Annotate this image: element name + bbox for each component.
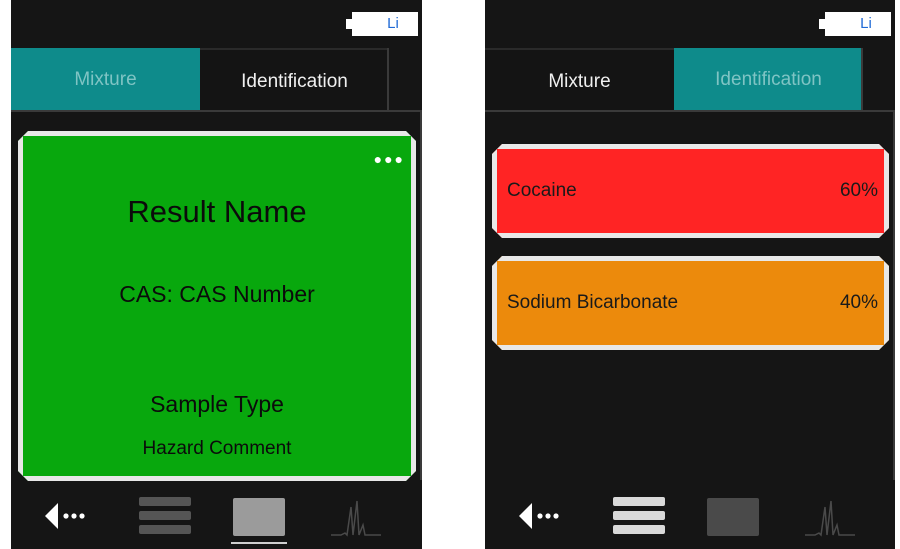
status-bar: Li xyxy=(11,0,422,48)
selected-indicator xyxy=(231,542,287,544)
tab-mixture[interactable]: Mixture xyxy=(485,48,674,111)
device-screen-mixture: Li Mixture Identification Cocaine 60% So… xyxy=(485,0,895,549)
more-options-icon[interactable]: ●●● xyxy=(374,151,405,167)
tile-view-icon[interactable] xyxy=(229,481,309,549)
tab-divider xyxy=(485,110,895,112)
tab-bar: Mixture Identification xyxy=(485,48,863,111)
tile-shape xyxy=(707,498,759,536)
mixture-item-percent: 60% xyxy=(839,180,878,201)
tab-divider-vertical xyxy=(861,48,863,112)
content-border xyxy=(893,110,895,480)
spectrum-icon[interactable] xyxy=(803,481,883,549)
mixture-item[interactable]: Cocaine 60% xyxy=(492,144,889,238)
bottom-nav xyxy=(11,481,422,549)
bottom-nav xyxy=(485,481,895,549)
tab-mixture[interactable]: Mixture xyxy=(11,48,200,111)
tab-bar: Mixture Identification xyxy=(11,48,389,111)
list-bar xyxy=(139,511,191,520)
mixture-item-name: Cocaine xyxy=(507,180,577,201)
list-view-icon[interactable] xyxy=(603,481,683,549)
mixture-item-percent: 40% xyxy=(839,292,878,313)
mixture-item[interactable]: Sodium Bicarbonate 40% xyxy=(492,256,889,350)
tab-identification[interactable]: Identification xyxy=(200,48,389,111)
result-card[interactable]: ●●● Result Name CAS: CAS Number Sample T… xyxy=(18,131,416,481)
status-bar: Li xyxy=(485,0,895,48)
tab-divider xyxy=(11,110,422,112)
mixture-item-name: Sodium Bicarbonate xyxy=(507,292,679,313)
tab-divider-vertical xyxy=(387,48,389,112)
battery-label: Li xyxy=(860,15,872,32)
list-bar xyxy=(613,511,665,520)
tab-identification[interactable]: Identification xyxy=(674,48,863,111)
content-border xyxy=(420,110,422,480)
device-screen-identification: Li Mixture Identification ●●● Result Nam… xyxy=(11,0,422,549)
back-arrow-icon[interactable] xyxy=(39,481,119,549)
list-bar xyxy=(139,525,191,534)
battery-label: Li xyxy=(387,15,399,32)
list-bar xyxy=(613,497,665,506)
list-bar xyxy=(139,497,191,506)
back-arrow-icon[interactable] xyxy=(513,481,593,549)
spectrum-icon[interactable] xyxy=(329,481,409,549)
result-name: Result Name xyxy=(127,194,307,229)
sample-type: Sample Type xyxy=(150,391,284,417)
cas-number: CAS: CAS Number xyxy=(119,281,315,307)
battery-icon: Li xyxy=(819,12,891,36)
tile-shape xyxy=(233,498,285,536)
battery-icon: Li xyxy=(346,12,418,36)
tile-view-icon[interactable] xyxy=(703,481,783,549)
list-bar xyxy=(613,525,665,534)
list-view-icon[interactable] xyxy=(129,481,209,549)
hazard-comment: Hazard Comment xyxy=(142,438,292,459)
